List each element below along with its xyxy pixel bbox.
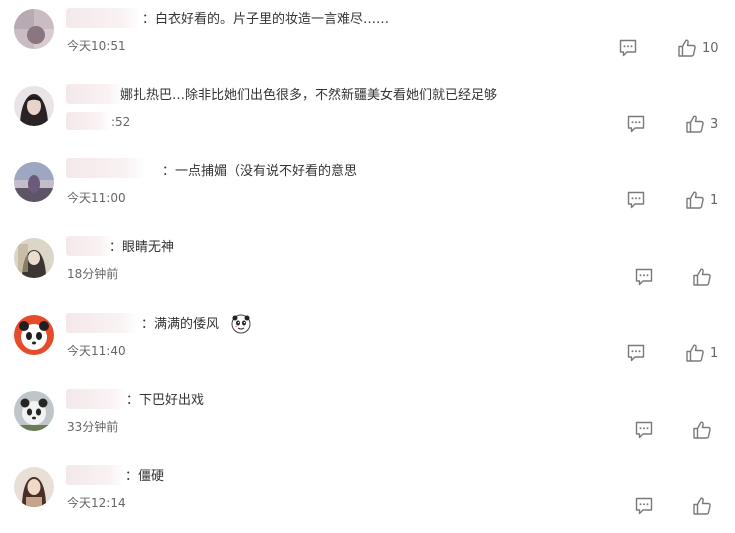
avatar[interactable] xyxy=(14,315,54,355)
username-redacted xyxy=(66,389,126,409)
timestamp-redacted xyxy=(66,112,110,130)
reply-button[interactable] xyxy=(634,421,654,439)
comment-text: ：白衣好看的。片子里的妆造一言难尽…… xyxy=(142,12,390,27)
like-button[interactable]: 1 xyxy=(685,190,718,210)
avatar[interactable] xyxy=(14,9,54,49)
reply-button[interactable] xyxy=(634,497,654,515)
timestamp: 今天11:40 xyxy=(67,344,126,358)
comment-item: ：下巴好出戏 33分钟前 xyxy=(0,381,735,457)
comment-icon xyxy=(634,268,654,286)
thumbs-up-icon xyxy=(685,190,705,210)
like-button[interactable]: 10 xyxy=(677,38,719,58)
comment-icon xyxy=(626,191,646,209)
comment-text: 娜扎热巴…除非比她们出色很多，不然新疆美女看她们就已经足够 xyxy=(120,88,498,103)
comment-icon xyxy=(634,497,654,515)
avatar[interactable] xyxy=(14,86,54,126)
username-redacted xyxy=(66,158,146,178)
username-redacted xyxy=(66,8,140,28)
like-count: 1 xyxy=(710,345,719,361)
timestamp: 今天11:00 xyxy=(67,191,126,205)
username-redacted xyxy=(66,236,112,256)
username-redacted xyxy=(66,465,124,485)
username-redacted xyxy=(66,84,122,104)
like-button[interactable]: 3 xyxy=(685,114,718,134)
like-count: 10 xyxy=(702,40,719,56)
thumbs-up-icon xyxy=(692,496,712,516)
reply-button[interactable] xyxy=(634,268,654,286)
timestamp: 18分钟前 xyxy=(67,267,119,281)
comment-text: ：下巴好出戏 xyxy=(126,393,205,408)
thumbs-up-icon xyxy=(685,114,705,134)
timestamp: :52 xyxy=(111,115,131,129)
comment-item: ：僵硬 今天12:14 xyxy=(0,457,735,533)
avatar[interactable] xyxy=(14,391,54,431)
like-count: 1 xyxy=(710,192,719,208)
comment-text: ：满满的倭风 xyxy=(141,317,220,332)
like-button[interactable] xyxy=(692,496,712,516)
comment-item: ：满满的倭风 今天11:40 1 xyxy=(0,305,735,381)
reply-button[interactable] xyxy=(618,39,638,57)
comment-item: ：眼睛无神 18分钟前 xyxy=(0,228,735,304)
reply-button[interactable] xyxy=(626,191,646,209)
avatar[interactable] xyxy=(14,467,54,507)
like-button[interactable] xyxy=(692,267,712,287)
like-button[interactable] xyxy=(692,420,712,440)
panda-emoji xyxy=(231,314,251,334)
reply-button[interactable] xyxy=(626,344,646,362)
comment-icon xyxy=(634,421,654,439)
username-redacted xyxy=(66,313,138,333)
comment-text: ：僵硬 xyxy=(125,469,165,484)
comment-text: ：眼睛无神 xyxy=(109,240,175,255)
like-count: 3 xyxy=(710,116,719,132)
avatar[interactable] xyxy=(14,238,54,278)
timestamp: 今天10:51 xyxy=(67,39,126,53)
reply-button[interactable] xyxy=(626,115,646,133)
comment-text: ：一点捕媚（没有说不好看的意思 xyxy=(162,164,358,179)
timestamp: 今天12:14 xyxy=(67,496,126,510)
comment-icon xyxy=(626,344,646,362)
thumbs-up-icon xyxy=(685,343,705,363)
comment-icon xyxy=(618,39,638,57)
thumbs-up-icon xyxy=(692,420,712,440)
thumbs-up-icon xyxy=(692,267,712,287)
thumbs-up-icon xyxy=(677,38,697,58)
avatar[interactable] xyxy=(14,162,54,202)
comment-item: ：一点捕媚（没有说不好看的意思 今天11:00 1 xyxy=(0,152,735,228)
comment-item: 娜扎热巴…除非比她们出色很多，不然新疆美女看她们就已经足够 :52 3 xyxy=(0,76,735,152)
timestamp: 33分钟前 xyxy=(67,420,119,434)
like-button[interactable]: 1 xyxy=(685,343,718,363)
comment-icon xyxy=(626,115,646,133)
comment-item: ：白衣好看的。片子里的妆造一言难尽…… 今天10:51 10 xyxy=(0,0,735,76)
